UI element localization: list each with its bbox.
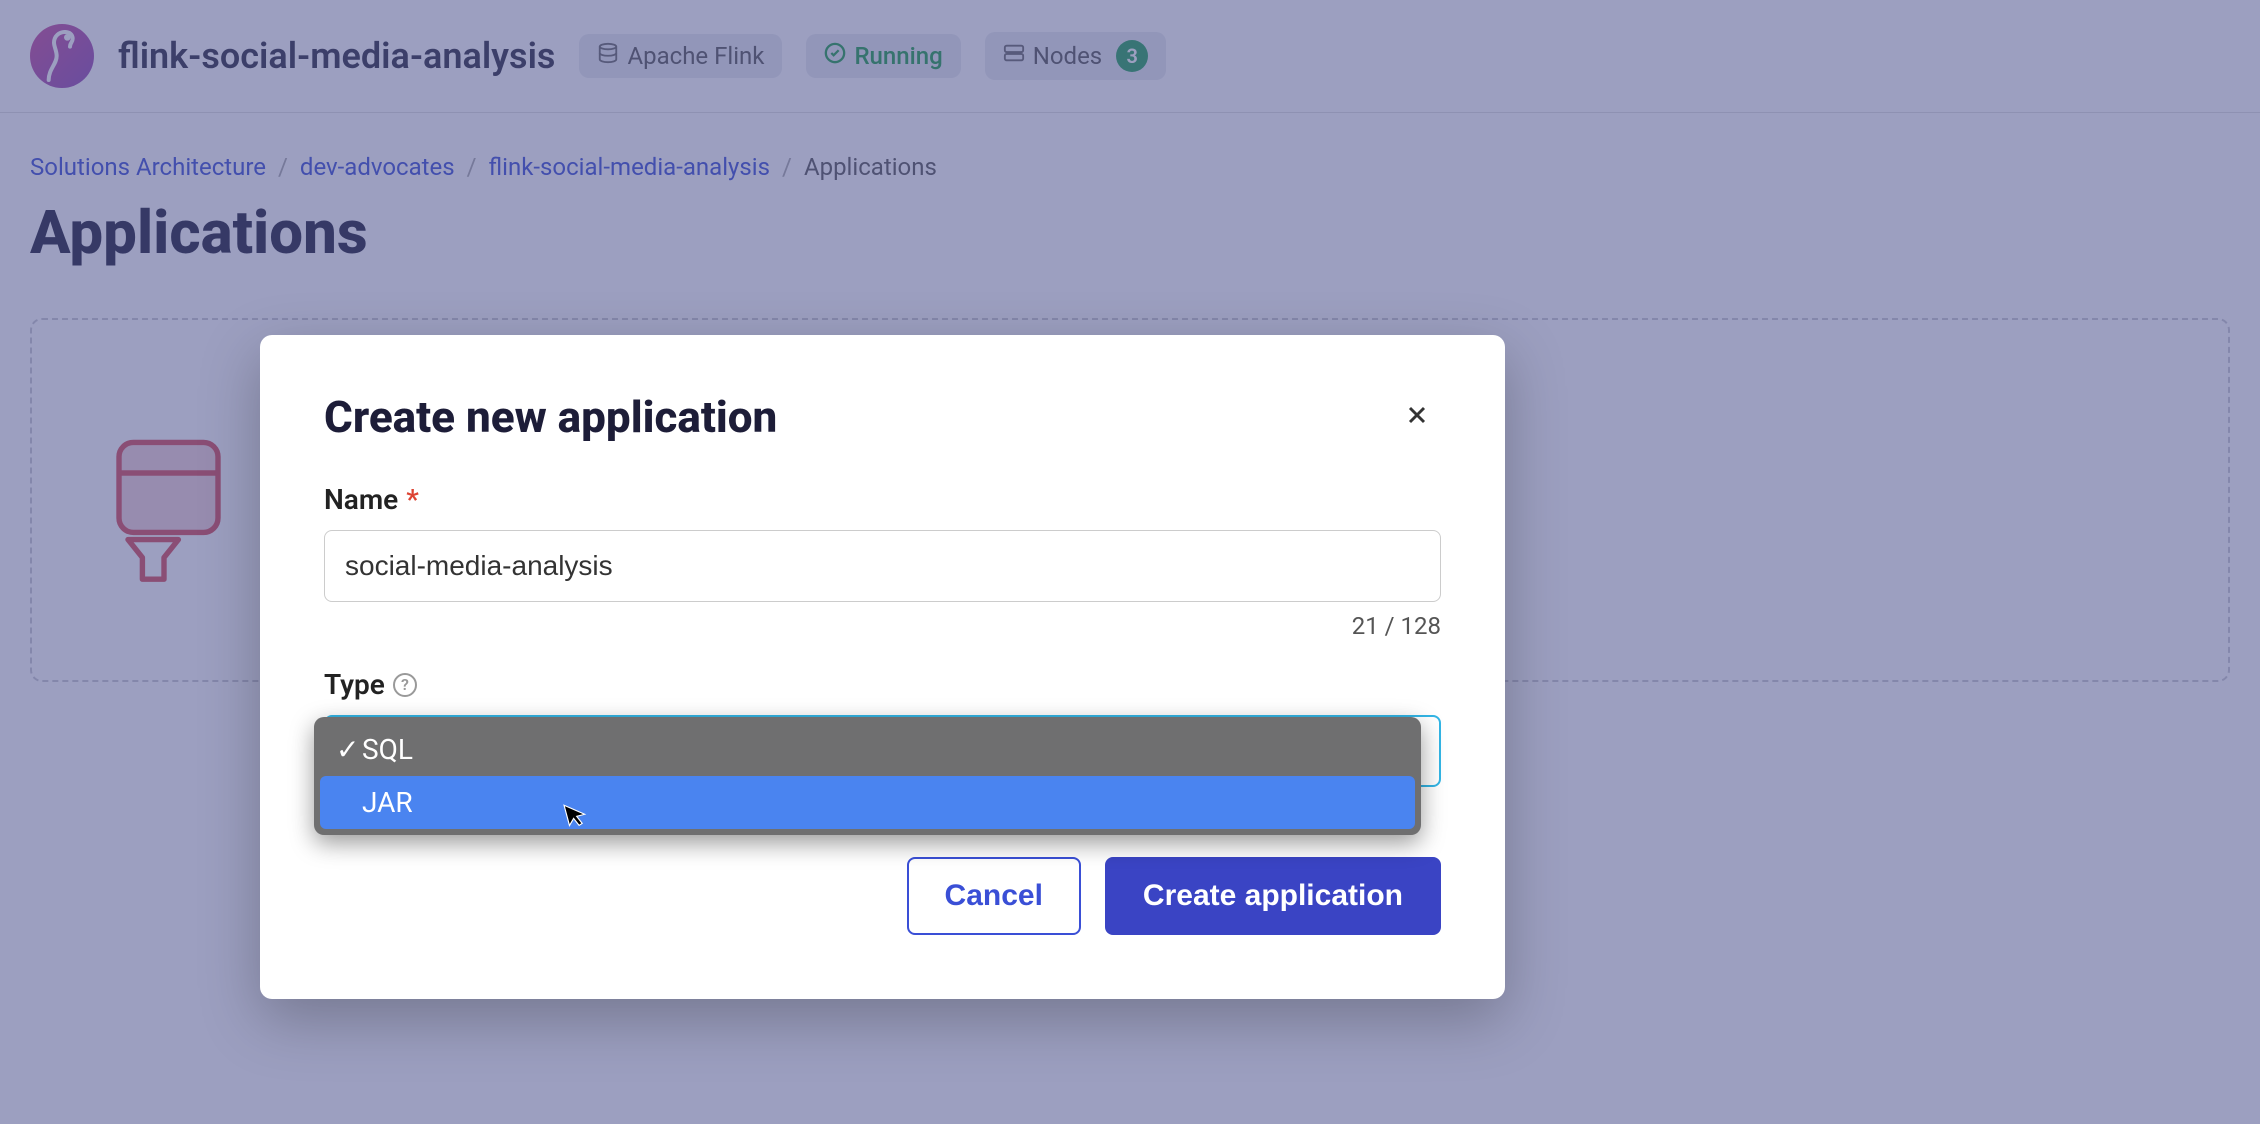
checkmark-icon: ✓: [336, 733, 354, 766]
type-option-sql[interactable]: ✓ SQL: [320, 723, 1415, 776]
name-input[interactable]: [324, 530, 1441, 602]
close-icon: [1403, 401, 1431, 429]
create-application-modal: Create new application Name* 21 / 128 Ty…: [260, 335, 1505, 999]
required-indicator: *: [406, 483, 419, 516]
name-label: Name*: [324, 483, 1441, 516]
type-label: Type ?: [324, 668, 1441, 701]
modal-backdrop[interactable]: Create new application Name* 21 / 128 Ty…: [0, 0, 2260, 1124]
type-dropdown: ✓ SQL JAR: [314, 717, 1421, 835]
close-button[interactable]: [1393, 393, 1441, 441]
help-icon[interactable]: ?: [393, 673, 417, 697]
modal-title: Create new application: [324, 391, 777, 443]
char-counter: 21 / 128: [324, 612, 1441, 640]
create-application-button[interactable]: Create application: [1105, 857, 1441, 935]
cancel-button[interactable]: Cancel: [907, 857, 1081, 935]
type-option-jar[interactable]: JAR: [320, 776, 1415, 829]
